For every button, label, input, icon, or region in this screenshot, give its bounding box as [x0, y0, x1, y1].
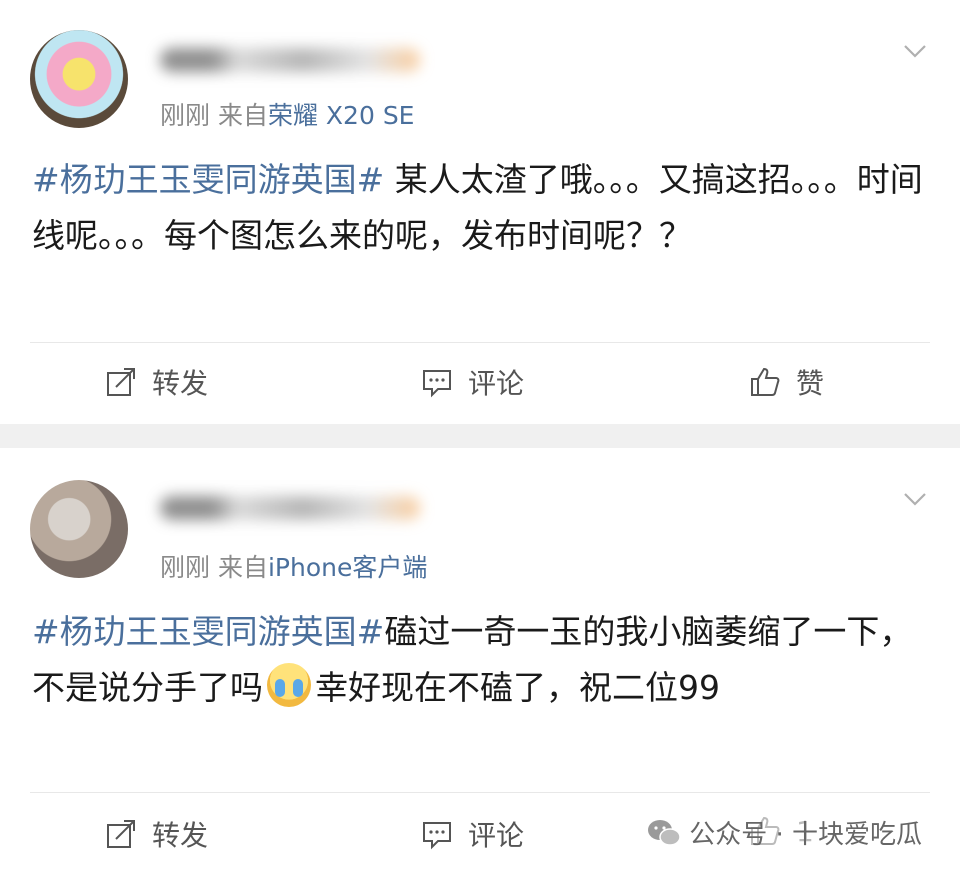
topic-link[interactable]: #杨玏王玉雯同游英国# — [32, 612, 384, 651]
username-blurred[interactable] — [160, 486, 420, 530]
repost-label: 转发 — [152, 367, 209, 400]
like-icon — [751, 367, 780, 396]
repost-button[interactable]: 转发 — [104, 814, 208, 854]
username-blurred[interactable] — [160, 38, 420, 82]
post-from-label: 来自 — [217, 553, 268, 582]
post-actions: 转发 评论 赞 — [0, 352, 960, 412]
post-content: #杨玏王玉雯同游英国#磕过一奇一玉的我小脑萎缩了一下，不是说分手了吗 幸好现在不磕… — [32, 604, 932, 716]
comment-icon — [423, 370, 451, 398]
action-separator — [30, 792, 930, 793]
repost-icon — [107, 820, 135, 848]
action-separator — [30, 342, 930, 343]
chevron-down-icon[interactable] — [902, 486, 928, 512]
post-divider — [0, 424, 960, 448]
crying-emoji-icon — [267, 663, 311, 707]
post-meta: 刚刚 来自荣耀 X20 SE — [160, 96, 414, 132]
post-text-continued: 幸好现在不磕了，祝二位99 — [315, 668, 720, 707]
comment-button[interactable]: 评论 — [420, 362, 524, 402]
avatar[interactable] — [30, 30, 128, 128]
repost-label: 转发 — [152, 819, 209, 852]
wechat-icon — [648, 819, 681, 846]
post-content: #杨玏王玉雯同游英国# 某人太渣了哦。。。又搞这招。。。时间线呢。。。每个图怎么… — [32, 152, 932, 264]
post-from-label: 来自 — [217, 101, 268, 130]
comment-label: 评论 — [468, 819, 525, 852]
watermark: 公众号 · 十块爱吃瓜 — [641, 812, 928, 853]
post-time: 刚刚 — [160, 101, 211, 130]
post-meta: 刚刚 来自iPhone客户端 — [160, 548, 427, 584]
comment-icon — [423, 822, 451, 850]
comment-button[interactable]: 评论 — [420, 814, 524, 854]
post-source[interactable]: iPhone客户端 — [268, 553, 427, 582]
topic-link[interactable]: #杨玏王玉雯同游英国# — [32, 160, 384, 199]
repost-button[interactable]: 转发 — [104, 362, 208, 402]
post-time: 刚刚 — [160, 553, 211, 582]
avatar[interactable] — [30, 480, 128, 578]
like-button[interactable]: 赞 — [748, 362, 824, 402]
like-label: 赞 — [796, 367, 825, 400]
weibo-post: 刚刚 来自荣耀 X20 SE #杨玏王玉雯同游英国# 某人太渣了哦。。。又搞这招… — [0, 0, 960, 424]
post-source[interactable]: 荣耀 X20 SE — [268, 101, 415, 130]
repost-icon — [107, 368, 135, 396]
chevron-down-icon[interactable] — [902, 38, 928, 64]
comment-label: 评论 — [468, 367, 525, 400]
watermark-text: 公众号 · 十块爱吃瓜 — [689, 820, 922, 850]
